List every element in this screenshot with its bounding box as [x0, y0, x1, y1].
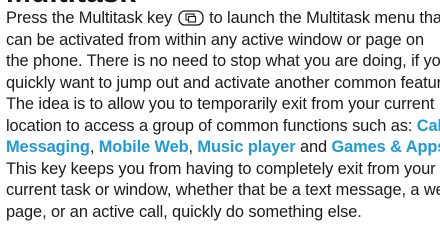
messaging-link: Messaging: [6, 138, 90, 156]
text-line-6: location to access a group of common fun…: [6, 116, 440, 138]
multitask-description: Press the Multitask key to launch the Mu…: [6, 8, 440, 223]
text-line-4: quickly want to jump out and activate an…: [6, 73, 440, 92]
text-line-9: current task or window, whether that be …: [6, 181, 440, 199]
text-line-1: Press the Multitask key to launch the Mu…: [6, 9, 440, 27]
text-line-2: can be activated from within any active …: [6, 30, 424, 49]
text-line-5: The idea is to allow you to temporarily …: [6, 95, 435, 113]
games-apps-link: Games & Apps: [331, 138, 440, 156]
mobile-web-link: Mobile Web: [98, 138, 189, 156]
section-heading: Multitask: [6, 0, 136, 8]
call-link: Call: [416, 116, 440, 135]
text-line-7: Messaging, Mobile Web, Music player and …: [6, 137, 440, 159]
multitask-key-icon: [178, 10, 204, 26]
music-player-link: Music player: [197, 138, 296, 156]
manual-page: Multitask Press the Multitask key to lau…: [0, 0, 440, 242]
text-line-8: This key keeps you from having to comple…: [6, 159, 436, 178]
text-line-3: the phone. There is no need to stop what…: [6, 52, 440, 70]
text-line-10: page, or an active call, quickly do some…: [6, 202, 362, 221]
